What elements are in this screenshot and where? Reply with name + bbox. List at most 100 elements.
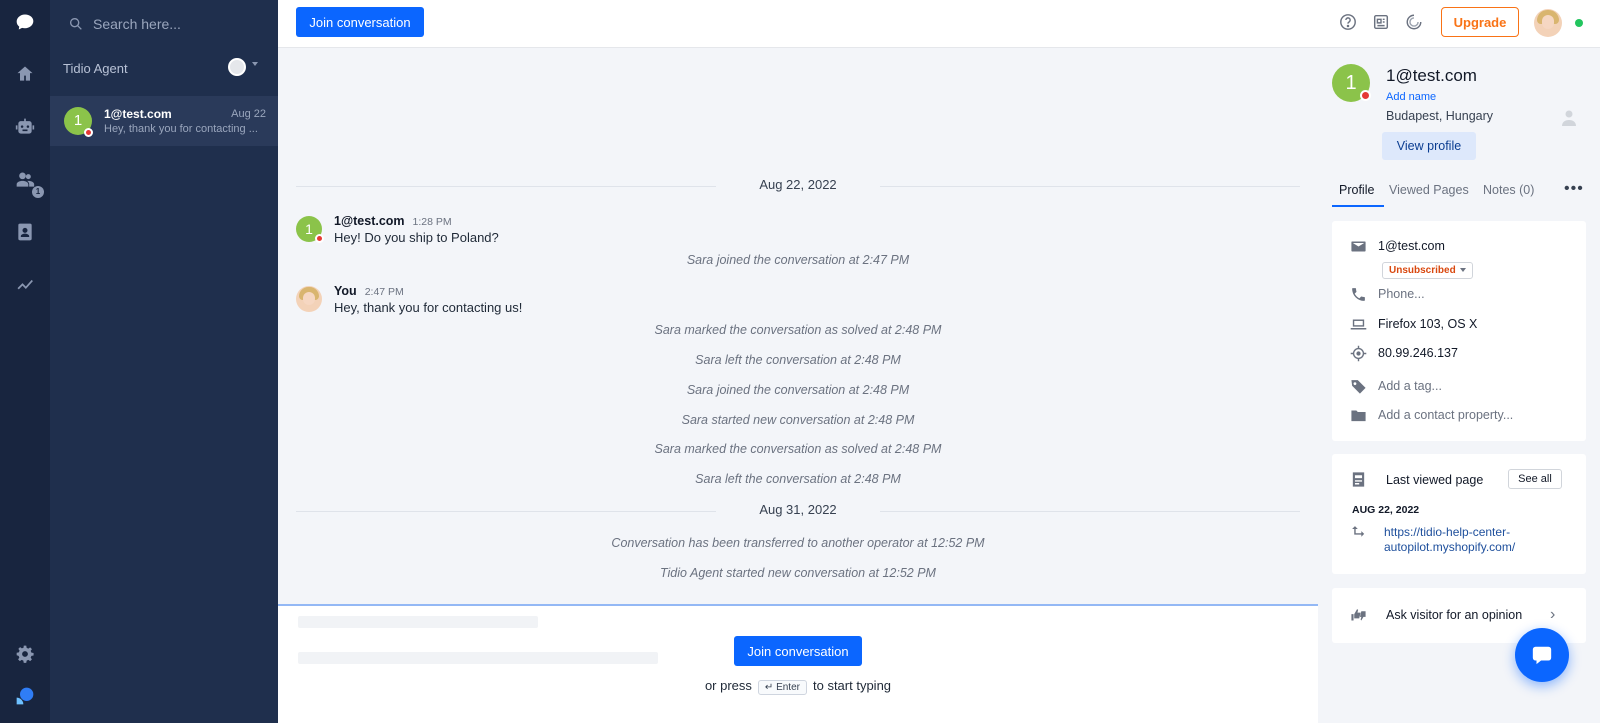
conversation-list-item[interactable]: 1 1@test.com Aug 22 Hey, thank you for c…: [50, 96, 278, 146]
home-icon[interactable]: [13, 62, 37, 86]
search-input[interactable]: Search here...: [93, 16, 181, 32]
chat-logo-icon[interactable]: [13, 10, 37, 34]
last-viewed-url[interactable]: https://tidio-help-center-autopilot.mysh…: [1384, 525, 1560, 555]
system-message: Sara joined the conversation at 2:47 PM: [686, 253, 910, 267]
message-composer: Join conversation or press ↵ Enter to star…: [278, 604, 1318, 723]
chevron-down-icon: [1459, 268, 1466, 273]
system-message: Sara marked the conversation as solved a…: [654, 323, 942, 337]
visitors-count-badge: 1: [32, 186, 44, 198]
folder-icon: [1351, 410, 1366, 421]
email-row: 1@test.com: [1350, 236, 1445, 256]
message-author: You 2:47 PM: [334, 284, 404, 298]
conversation-email: 1@test.com: [104, 107, 172, 121]
join-conversation-button[interactable]: Join conversation: [296, 7, 424, 37]
join-conversation-button[interactable]: Join conversation: [734, 636, 862, 666]
contact-tabs: Profile Viewed Pages Notes (0) •••: [1318, 178, 1600, 208]
more-options-icon[interactable]: •••: [1564, 180, 1584, 198]
message-text: Hey, thank you for contacting us!: [334, 300, 523, 315]
message-text: Hey! Do you ship to Poland?: [334, 230, 499, 245]
location-target-icon: [1350, 345, 1367, 361]
offline-status-dot: [1360, 90, 1371, 101]
subscription-dropdown[interactable]: Unsubscribed: [1382, 262, 1473, 279]
last-viewed-header: [1350, 469, 1367, 489]
contact-panel: 1 1@test.com Add name Budapest, Hungary …: [1318, 48, 1600, 723]
add-name-link[interactable]: Add name: [1386, 91, 1436, 103]
system-message: Sara left the conversation at 2:48 PM: [695, 353, 901, 367]
contact-email: 1@test.com: [1386, 66, 1477, 85]
press-enter-hint: or press ↵ Enter to start typing: [704, 678, 892, 695]
chevron-down-icon: [252, 62, 258, 66]
agent-selector[interactable]: Tidio Agent: [50, 48, 278, 88]
browser-row: Firefox 103, OS X: [1350, 314, 1477, 334]
phone-row[interactable]: Phone...: [1350, 284, 1425, 304]
composer-toolbar-placeholder: [298, 616, 538, 628]
arrow-enter-icon: [1352, 525, 1365, 537]
url-row: [1350, 522, 1367, 542]
ask-opinion-label: Ask visitor for an opinion: [1386, 608, 1523, 622]
chevron-right-icon: ›: [1550, 606, 1556, 623]
add-property-field[interactable]: Add a contact property...: [1378, 408, 1513, 422]
last-viewed-card: Last viewed page See all AUG 22, 2022 ht…: [1332, 454, 1586, 574]
see-all-button[interactable]: See all: [1508, 469, 1562, 489]
chat-bubble-icon: [1532, 646, 1552, 665]
settings-gear-icon[interactable]: [13, 642, 37, 666]
system-message: Sara left the conversation at 2:48 PM: [695, 472, 901, 486]
date-separator: Aug 22, 2022: [296, 177, 1300, 197]
analytics-icon[interactable]: [13, 272, 37, 296]
search-icon: [70, 18, 82, 30]
thumbs-icon: [1351, 608, 1366, 620]
system-message: Tidio Agent started new conversation at …: [660, 566, 936, 580]
left-rail: 1: [0, 0, 50, 723]
composer-input-placeholder: [298, 652, 658, 664]
contact-details-card: 1@test.com Unsubscribed Phone... Firefox…: [1332, 221, 1586, 441]
envelope-icon: [1351, 241, 1366, 251]
agent-avatar: [228, 58, 246, 76]
tag-row[interactable]: Add a tag...: [1350, 376, 1442, 396]
date-separator: Aug 31, 2022: [296, 502, 1300, 522]
loading-status-icon[interactable]: [1405, 13, 1423, 31]
system-message: Sara joined the conversation at 2:48 PM: [686, 383, 910, 397]
contacts-icon[interactable]: [13, 220, 37, 244]
system-message: Conversation has been transferred to ano…: [611, 536, 985, 550]
phone-icon: [1352, 287, 1365, 301]
message-time: 1:28 PM: [412, 216, 452, 228]
tab-viewed-pages[interactable]: Viewed Pages: [1389, 183, 1469, 197]
ip-row: 80.99.246.137: [1350, 343, 1458, 363]
ip-address: 80.99.246.137: [1378, 346, 1458, 360]
user-avatar[interactable]: [1534, 9, 1562, 37]
agent-name: Tidio Agent: [63, 61, 128, 76]
enter-key-hint: ↵ Enter: [757, 680, 807, 695]
person-icon: [1562, 110, 1576, 126]
add-tag-field[interactable]: Add a tag...: [1378, 379, 1442, 393]
news-icon[interactable]: [1372, 13, 1390, 31]
top-bar: Join conversation Upgrade: [278, 0, 1600, 48]
conversation-list-panel: Search here... Tidio Agent 1 1@test.com …: [50, 0, 278, 723]
page-icon: [1352, 471, 1365, 487]
system-message: Sara started new conversation at 2:48 PM: [681, 413, 915, 427]
tab-profile[interactable]: Profile: [1339, 183, 1374, 197]
offline-status-dot: [84, 128, 93, 137]
online-status-dot: [1575, 19, 1583, 27]
last-viewed-title: Last viewed page: [1386, 473, 1484, 487]
message-author: 1@test.com 1:28 PM: [334, 214, 452, 228]
chat-widget-button[interactable]: [1515, 628, 1569, 682]
phone-field[interactable]: Phone...: [1378, 287, 1425, 301]
conversation-preview: Hey, thank you for contacting ...: [104, 123, 258, 135]
system-message: Sara marked the conversation as solved a…: [654, 442, 942, 456]
laptop-icon: [1350, 319, 1367, 329]
tab-notes[interactable]: Notes (0): [1483, 183, 1534, 197]
contact-detail-email: 1@test.com: [1378, 239, 1445, 253]
bot-icon[interactable]: [13, 115, 37, 139]
contact-location: Budapest, Hungary: [1386, 109, 1494, 123]
offline-status-dot: [315, 234, 324, 243]
view-profile-button[interactable]: View profile: [1382, 132, 1476, 160]
conversation-date: Aug 22: [231, 108, 266, 120]
browser-info: Firefox 103, OS X: [1378, 317, 1478, 331]
help-icon[interactable]: [1339, 13, 1357, 31]
active-tab-indicator: [1332, 205, 1384, 207]
message-time: 2:47 PM: [364, 286, 404, 298]
property-row[interactable]: Add a contact property...: [1350, 405, 1513, 425]
upgrade-button[interactable]: Upgrade: [1441, 7, 1519, 37]
opinion-icon-row: [1350, 605, 1367, 625]
search-bar[interactable]: Search here...: [68, 13, 268, 35]
